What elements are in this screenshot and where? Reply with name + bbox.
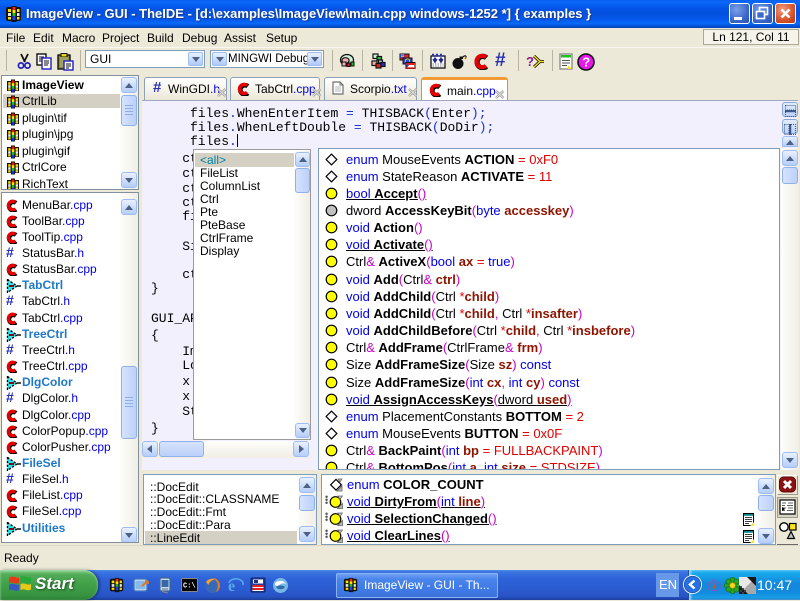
svg-text:?: ?: [526, 54, 534, 69]
svg-text:?: ?: [582, 55, 590, 70]
svg-text:C:\: C:\: [183, 583, 196, 591]
